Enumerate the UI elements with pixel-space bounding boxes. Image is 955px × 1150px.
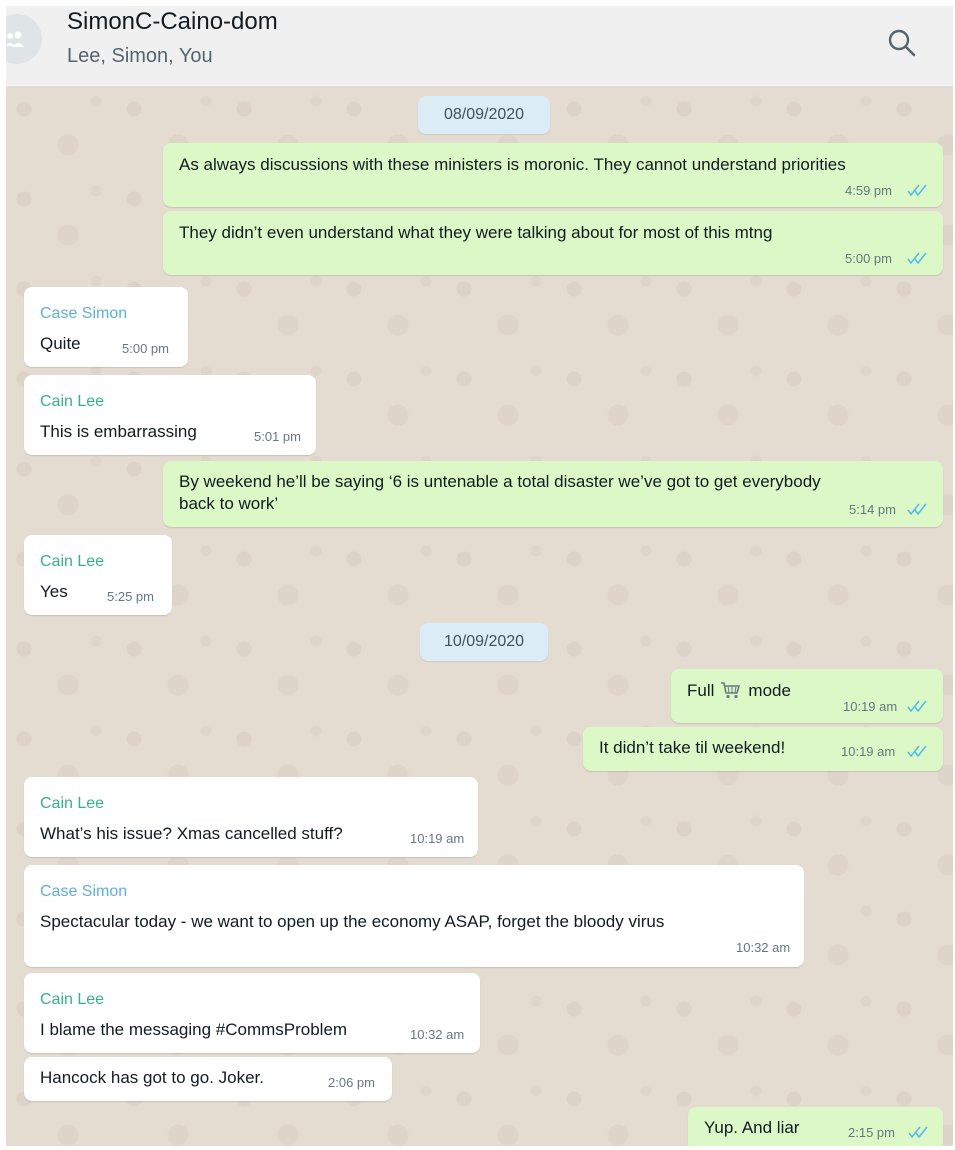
sender-name[interactable]: Cain Lee [40, 991, 104, 1009]
sender-name[interactable]: Case Simon [40, 305, 127, 323]
message-time: 2:15 pm [848, 1125, 895, 1140]
message-time: 2:06 pm [328, 1075, 375, 1090]
message-outgoing[interactable]: It didn’t take til weekend! 10:19 am [583, 727, 943, 771]
message-time: 10:19 am [843, 699, 898, 714]
sender-name[interactable]: Cain Lee [40, 553, 104, 571]
message-text: I blame the messaging #CommsProblem [40, 1020, 348, 1039]
chat-header[interactable]: SimonC-Caino-dom Lee, Simon, You [6, 6, 953, 87]
date-label: 10/09/2020 [443, 633, 525, 650]
message-outgoing[interactable]: As always discussions with these ministe… [163, 143, 943, 207]
message-incoming[interactable]: Cain Lee What’s his issue? Xmas cancelle… [24, 777, 478, 857]
message-time: 5:25 pm [107, 589, 154, 604]
message-text-line: By weekend he’ll be saying ‘6 is untenab… [179, 472, 821, 491]
chat-title[interactable]: SimonC-Caino-dom [67, 8, 278, 36]
message-time: 5:01 pm [254, 429, 301, 444]
message-time: 5:00 pm [122, 341, 169, 356]
message-time: 4:59 pm [845, 183, 892, 198]
chat-members: Lee, Simon, You [67, 45, 213, 67]
message-outgoing[interactable]: Full mode 10:19 am [671, 669, 943, 723]
message-text-after: mode [748, 681, 791, 700]
message-text: It didn’t take til weekend! [599, 738, 786, 757]
date-label: 08/09/2020 [443, 106, 525, 123]
message-text: Spectacular today - we want to open up t… [40, 912, 665, 931]
message-incoming[interactable]: Case Simon Spectacular today - we want t… [24, 865, 804, 967]
sender-name[interactable]: Cain Lee [40, 795, 104, 813]
group-avatar[interactable] [6, 14, 42, 64]
message-text-before: Full [687, 681, 715, 700]
message-incoming[interactable]: Cain Lee Yes 5:25 pm [24, 535, 172, 615]
read-receipt-icon [907, 184, 927, 197]
search-button[interactable] [885, 26, 919, 60]
search-icon [888, 29, 916, 57]
message-outgoing[interactable]: Yup. And liar 2:15 pm [688, 1107, 943, 1146]
message-outgoing[interactable]: They didn’t even understand what they we… [163, 211, 943, 275]
message-list[interactable]: 08/09/2020 As always discussions with th… [6, 87, 953, 1146]
read-receipt-icon [907, 503, 927, 516]
message-text: Quite [40, 334, 81, 353]
date-separator: 10/09/2020 [420, 623, 548, 661]
message-incoming[interactable]: Hancock has got to go. Joker. 2:06 pm [24, 1057, 392, 1101]
read-receipt-icon [907, 252, 927, 265]
message-incoming[interactable]: Case Simon Quite 5:00 pm [24, 287, 188, 367]
date-separator: 08/09/2020 [418, 96, 550, 134]
message-text: This is embarrassing [40, 422, 197, 441]
read-receipt-icon [907, 700, 927, 713]
message-time: 5:14 pm [849, 502, 896, 517]
message-incoming[interactable]: Cain Lee This is embarrassing 5:01 pm [24, 375, 316, 455]
message-outgoing[interactable]: By weekend he’ll be saying ‘6 is untenab… [163, 461, 943, 527]
message-text: As always discussions with these ministe… [179, 155, 846, 174]
message-time: 10:19 am [841, 744, 896, 759]
read-receipt-icon [908, 1126, 928, 1139]
message-time: 5:00 pm [845, 251, 892, 266]
message-text: Hancock has got to go. Joker. [40, 1068, 264, 1087]
chat-window: SimonC-Caino-dom Lee, Simon, You 08/09/2… [6, 6, 953, 1146]
message-text: They didn’t even understand what they we… [179, 223, 773, 242]
message-time: 10:32 am [410, 1027, 465, 1042]
sender-name[interactable]: Case Simon [40, 883, 127, 901]
message-text: Full mode [687, 680, 791, 702]
read-receipt-icon [907, 745, 927, 758]
message-incoming[interactable]: Cain Lee I blame the messaging #CommsPro… [24, 973, 480, 1053]
shopping-cart-icon [721, 682, 741, 699]
sender-name[interactable]: Cain Lee [40, 393, 104, 411]
message-text: Yup. And liar [704, 1118, 800, 1137]
message-time: 10:19 am [410, 831, 465, 846]
message-time: 10:32 am [736, 940, 791, 955]
message-text: What’s his issue? Xmas cancelled stuff? [40, 824, 343, 843]
group-avatar-icon [6, 31, 24, 47]
message-text-line: back to work’ [179, 494, 279, 513]
message-text: Yes [40, 582, 68, 601]
